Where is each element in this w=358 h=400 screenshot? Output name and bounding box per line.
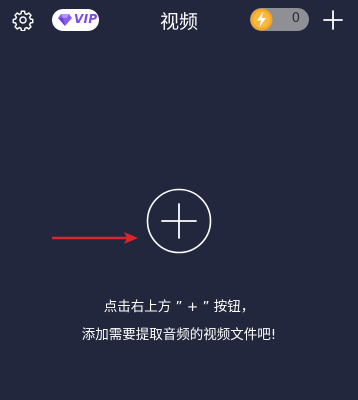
plus-icon[interactable] <box>322 9 344 31</box>
top-bar: VIP 视频 0 <box>0 0 358 40</box>
diamond-icon <box>58 14 72 26</box>
coin-count: 0 <box>291 11 300 26</box>
page-title: 视频 <box>159 11 198 33</box>
vip-label: VIP <box>74 12 98 26</box>
video-screen: VIP 视频 0 点击右上方 ” + ” 按钮， 添加需要提取音频的视频文件吧! <box>0 0 358 400</box>
add-video-button[interactable] <box>146 188 212 254</box>
gear-icon[interactable] <box>12 9 34 31</box>
hint-text-line1: 点击右上方 ” + ” 按钮， <box>103 299 255 315</box>
coin-balance-toggle[interactable]: 0 <box>250 8 309 31</box>
hint-text-line2: 添加需要提取音频的视频文件吧! <box>81 327 277 343</box>
lightning-coin-icon <box>250 8 273 31</box>
vip-button[interactable]: VIP <box>52 9 99 31</box>
red-arrow-icon <box>52 232 138 244</box>
